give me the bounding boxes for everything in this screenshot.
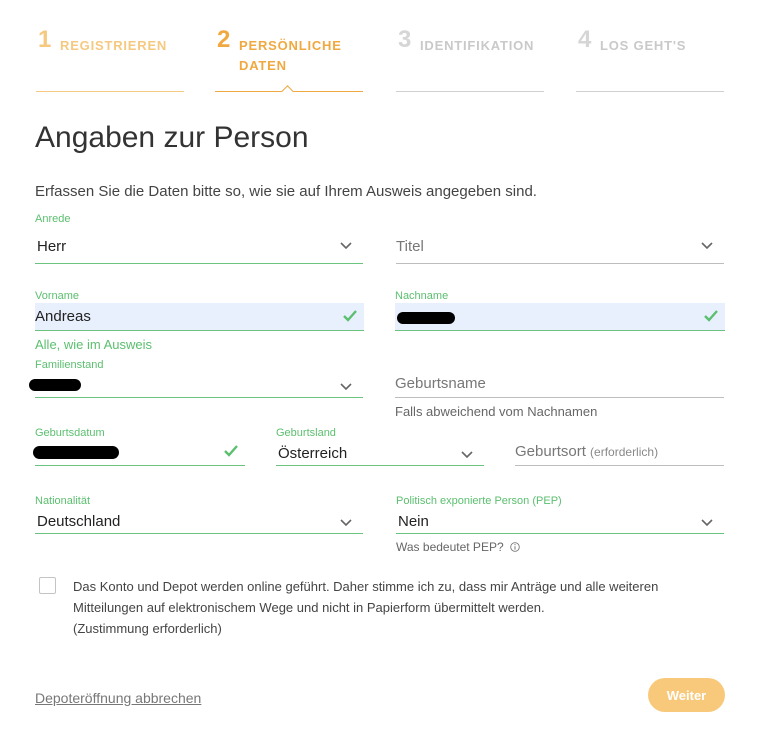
- pep-select[interactable]: Politisch exponierte Person (PEP) Nein: [396, 495, 724, 534]
- consent-line-2: Mitteilungen auf elektronischem Wege und…: [73, 600, 545, 615]
- pep-help-text: Was bedeutet PEP?: [396, 540, 504, 554]
- nachname-redacted-value: [397, 312, 455, 324]
- vorname-hint: Alle, wie im Ausweis: [35, 337, 153, 352]
- geburtsland-label: Geburtsland: [276, 427, 336, 439]
- step-persoenliche-daten: 2 PERSÖNLICHE DATEN: [215, 22, 363, 98]
- geburtsname-input[interactable]: Geburtsname: [395, 366, 724, 398]
- checkmark-icon: [343, 310, 357, 322]
- checkmark-icon: [224, 445, 238, 457]
- titel-select[interactable]: Titel: [396, 230, 724, 264]
- chevron-down-icon: [340, 519, 352, 527]
- info-icon: [510, 542, 520, 552]
- chevron-down-icon: [340, 383, 352, 391]
- nationalitaet-label: Nationalität: [35, 495, 91, 507]
- geburtsland-select[interactable]: Geburtsland Österreich: [276, 427, 484, 466]
- geburtsort-input[interactable]: Geburtsort (erforderlich): [515, 434, 724, 466]
- vorname-input[interactable]: Vorname Andreas: [35, 290, 364, 331]
- step-label: LOS GEHT'S: [600, 38, 687, 53]
- anrede-value: Herr: [37, 238, 67, 255]
- step-label: PERSÖNLICHE DATEN: [239, 36, 342, 76]
- chevron-down-icon: [340, 242, 352, 250]
- geburtsort-required-note: (erforderlich): [590, 445, 659, 459]
- pep-help-link[interactable]: Was bedeutet PEP?: [396, 540, 520, 554]
- nationalitaet-value: Deutschland: [37, 513, 121, 530]
- nachname-input[interactable]: Nachname: [395, 290, 725, 331]
- active-step-caret-icon: [281, 85, 294, 98]
- consent-line-1: Das Konto und Depot werden online geführ…: [73, 579, 659, 594]
- consent-checkbox[interactable]: [39, 577, 56, 594]
- chevron-down-icon: [701, 242, 713, 250]
- familienstand-label: Familienstand: [35, 359, 104, 371]
- familienstand-redacted-value: [29, 379, 81, 391]
- pep-value: Nein: [398, 513, 429, 530]
- intro-text: Erfassen Sie die Daten bitte so, wie sie…: [35, 183, 537, 200]
- nationalitaet-select[interactable]: Nationalität Deutschland: [35, 495, 363, 534]
- chevron-down-icon: [701, 519, 713, 527]
- geburtsdatum-input[interactable]: Geburtsdatum: [33, 427, 245, 466]
- step-identifikation: 3 IDENTIFIKATION: [396, 22, 544, 92]
- step-registrieren: 1 REGISTRIEREN: [36, 22, 184, 92]
- geburtsland-value: Österreich: [278, 445, 348, 462]
- geburtsname-hint: Falls abweichend vom Nachnamen: [395, 404, 598, 419]
- consent-line-3: (Zustimmung erforderlich): [73, 621, 222, 636]
- step-los-gehts: 4 LOS GEHT'S: [576, 22, 724, 92]
- titel-placeholder: Titel: [396, 238, 424, 255]
- anrede-label: Anrede: [35, 213, 71, 225]
- step-number: 4: [578, 26, 592, 53]
- step-label-line2: DATEN: [239, 58, 287, 73]
- vorname-value: Andreas: [35, 308, 91, 325]
- geburtsname-placeholder: Geburtsname: [395, 375, 486, 392]
- next-button[interactable]: Weiter: [648, 678, 725, 712]
- pep-label: Politisch exponierte Person (PEP): [396, 495, 562, 507]
- step-number: 2: [217, 26, 231, 53]
- checkmark-icon: [704, 310, 718, 322]
- geburtsdatum-label: Geburtsdatum: [35, 427, 105, 439]
- geburtsdatum-redacted-value: [33, 446, 119, 459]
- cancel-link[interactable]: Depoteröffnung abbrechen: [35, 690, 201, 706]
- step-number: 3: [398, 26, 412, 53]
- step-label: IDENTIFIKATION: [420, 38, 535, 53]
- step-label: REGISTRIEREN: [60, 38, 168, 53]
- step-number: 1: [38, 26, 52, 53]
- consent-text: Das Konto und Depot werden online geführ…: [73, 576, 733, 639]
- step-label-line1: PERSÖNLICHE: [239, 38, 342, 53]
- vorname-label: Vorname: [35, 290, 80, 302]
- chevron-down-icon: [461, 451, 473, 459]
- anrede-select[interactable]: Anrede Herr: [35, 213, 363, 264]
- nachname-label: Nachname: [395, 290, 449, 302]
- geburtsort-placeholder: Geburtsort: [515, 443, 586, 460]
- page-title: Angaben zur Person: [35, 121, 309, 154]
- familienstand-select[interactable]: Familienstand: [29, 359, 363, 398]
